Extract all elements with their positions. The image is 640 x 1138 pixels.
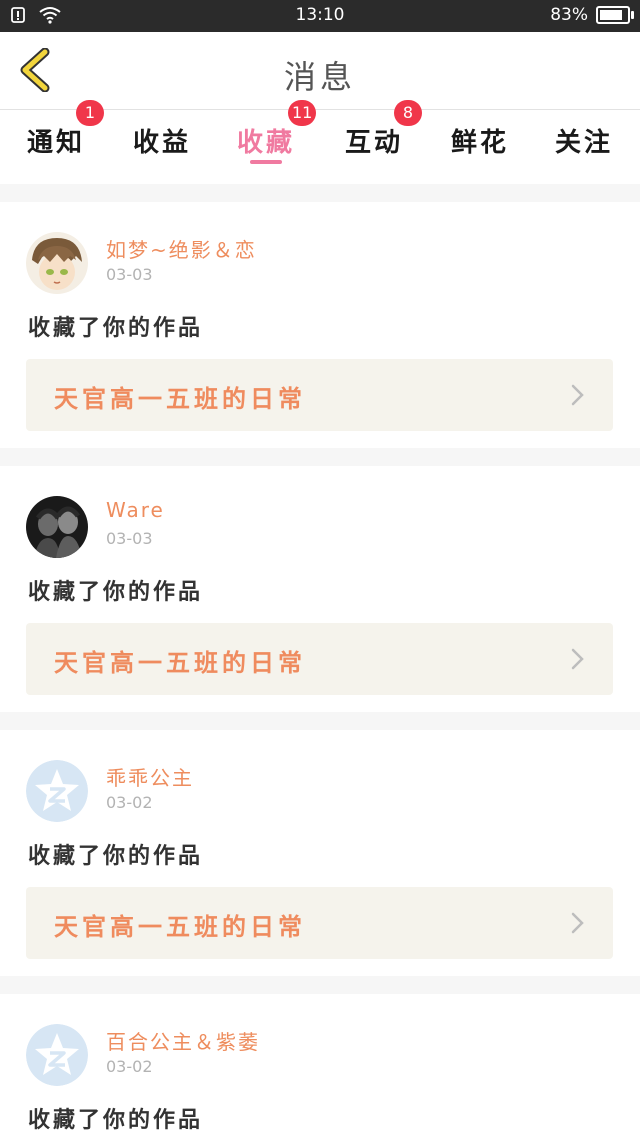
timestamp: 03-03	[106, 529, 153, 548]
username[interactable]: 百合公主＆紫萎	[106, 1026, 260, 1055]
qzone-star-icon[interactable]	[26, 760, 88, 822]
badge: 11	[288, 100, 317, 126]
message-card: 百合公主＆紫萎 03-02 收藏了你的作品	[0, 994, 640, 1138]
action-text: 收藏了你的作品	[28, 1108, 204, 1133]
chevron-right-icon	[571, 384, 584, 406]
work-title: 天官高一五班的日常	[54, 385, 306, 413]
work-title: 天官高一五班的日常	[54, 913, 306, 941]
tab-flowers[interactable]: 鲜花	[430, 110, 530, 184]
tab-label: 收藏	[236, 128, 295, 158]
status-bar: 13:10 83%	[0, 0, 640, 32]
work-link[interactable]: 天官高一五班的日常	[26, 623, 613, 695]
tab-bar: 通知 1 收益 收藏 11 互动 8 鲜花 关注	[0, 100, 640, 184]
message-card: 如梦~绝影＆恋 03-03 收藏了你的作品 天官高一五班的日常	[0, 202, 640, 448]
page-title: 消息	[283, 58, 356, 96]
anime-avatar-icon[interactable]	[26, 232, 88, 294]
tab-favorites[interactable]: 收藏 11	[216, 100, 317, 184]
action-text: 收藏了你的作品	[28, 316, 204, 341]
tab-earnings[interactable]: 收益	[112, 110, 212, 184]
action-text: 收藏了你的作品	[28, 580, 204, 605]
username[interactable]: 乖乖公主	[106, 762, 194, 791]
tab-label: 通知	[26, 128, 85, 158]
badge: 1	[76, 100, 104, 126]
timestamp: 03-02	[106, 1057, 153, 1076]
timestamp: 03-03	[106, 265, 153, 284]
work-link[interactable]: 天官高一五班的日常	[26, 887, 613, 959]
badge: 8	[394, 100, 422, 126]
tab-following[interactable]: 关注	[534, 110, 634, 184]
username[interactable]: 如梦~绝影＆恋	[106, 234, 257, 263]
tab-label: 互动	[344, 128, 403, 158]
message-card: 乖乖公主 03-02 收藏了你的作品 天官高一五班的日常	[0, 730, 640, 976]
qzone-star-icon[interactable]	[26, 1024, 88, 1086]
tab-label: 关注	[554, 128, 613, 158]
chevron-right-icon	[571, 648, 584, 670]
photo-avatar-icon[interactable]	[26, 496, 88, 558]
work-title: 天官高一五班的日常	[54, 649, 306, 677]
battery-icon	[596, 6, 634, 24]
message-card: Ware 03-03 收藏了你的作品 天官高一五班的日常	[0, 466, 640, 712]
active-tab-indicator	[250, 160, 282, 164]
tab-label: 收益	[132, 128, 191, 158]
battery-percent: 83%	[550, 5, 588, 25]
tab-notifications[interactable]: 通知 1	[6, 100, 106, 184]
timestamp: 03-02	[106, 793, 153, 812]
username[interactable]: Ware	[106, 498, 165, 522]
status-time: 13:10	[295, 5, 345, 25]
work-link[interactable]: 天官高一五班的日常	[26, 359, 613, 431]
action-text: 收藏了你的作品	[28, 844, 204, 869]
navigation-bar: 消息	[0, 32, 640, 110]
tab-interactions[interactable]: 互动 8	[324, 100, 424, 184]
chevron-right-icon	[571, 912, 584, 934]
tab-label: 鲜花	[450, 128, 509, 158]
